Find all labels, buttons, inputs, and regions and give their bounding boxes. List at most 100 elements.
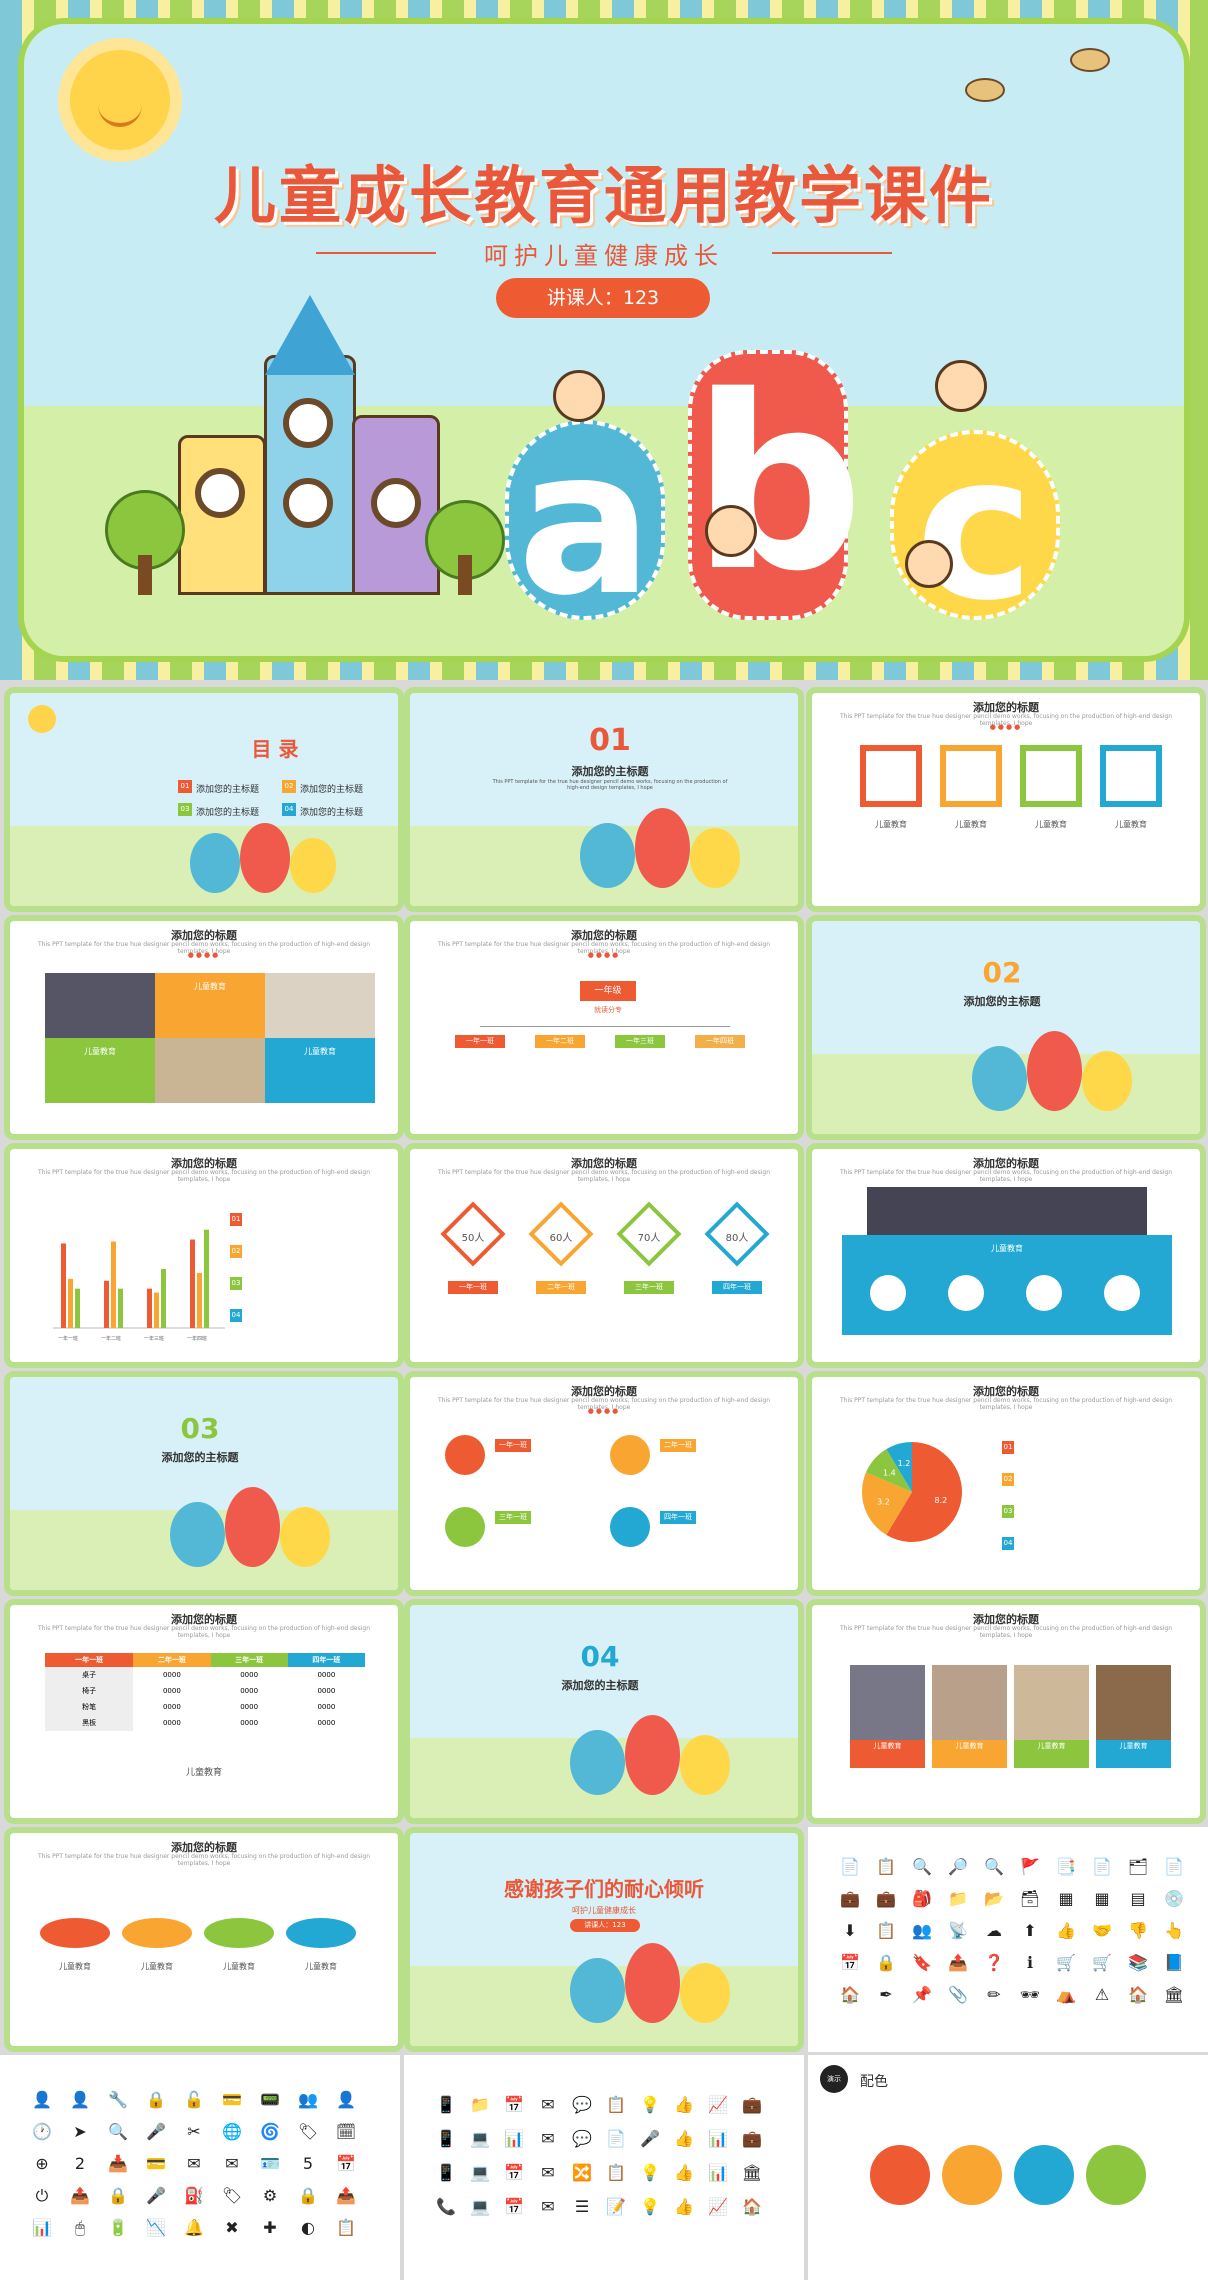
slide-section-03[interactable]: 03 添加您的主标题	[4, 1371, 404, 1596]
frame-label: 儿童教育	[1035, 820, 1067, 829]
glyph-icon: 🔧	[108, 2090, 128, 2109]
glyph-icon: 📞	[436, 2197, 456, 2216]
slide-pie-chart[interactable]: 添加您的标题 This PPT template for the true hu…	[806, 1371, 1206, 1596]
slide-section-02[interactable]: 02 添加您的主标题	[806, 915, 1206, 1140]
glyph-icon: 📟	[260, 2090, 280, 2109]
slide-subtitle: This PPT template for the true hue desig…	[37, 1169, 370, 1183]
slide-section-01[interactable]: 01 添加您的主标题 This PPT template for the tru…	[404, 687, 804, 912]
section-number: 01	[589, 723, 631, 758]
toc-num: 03	[178, 803, 192, 816]
photo-frame	[1100, 745, 1162, 807]
slide-diamonds[interactable]: 添加您的标题 This PPT template for the true hu…	[404, 1143, 804, 1368]
slide-podiums[interactable]: 添加您的标题 This PPT template for the true hu…	[4, 1827, 404, 2052]
legend-num: 01	[230, 1213, 242, 1226]
glyph-icon: 💻	[470, 2163, 490, 2182]
glyph-icon: 📉	[146, 2218, 166, 2237]
photo-open-book	[155, 1038, 265, 1103]
glyph-icon: 📅	[504, 2095, 524, 2114]
blue-roof	[265, 295, 355, 375]
bar	[104, 1280, 109, 1328]
slide-photo-grid[interactable]: 添加您的标题 This PPT template for the true hu…	[4, 915, 404, 1140]
item-tag: 二年一班	[660, 1439, 696, 1452]
glyph-icon: 📎	[948, 1985, 968, 2004]
glyph-icon: 📋	[876, 1921, 896, 1940]
toc-item[interactable]: 添加您的主标题	[300, 782, 363, 795]
bar	[61, 1243, 66, 1328]
table-row: 椅子 0000 0000 0000	[45, 1683, 365, 1699]
badge-icon: 演示	[820, 2065, 848, 2093]
letter-c: c	[890, 429, 1060, 629]
slide-section-04[interactable]: 04 添加您的主标题	[404, 1599, 804, 1824]
legend-num: 01	[1002, 1441, 1014, 1454]
glyph-icon: ▦	[1094, 1889, 1110, 1908]
photo-frame	[860, 745, 922, 807]
glyph-icon: 🔍	[912, 1857, 932, 1876]
bar	[111, 1241, 116, 1328]
glyph-icon: 👍	[1056, 1921, 1076, 1940]
label-box: 儿童教育	[155, 973, 265, 1038]
slide-icons-2[interactable]: 👤 👤 🔧 🔒 🔓 💳 📟 👥 👤 🕐 ➤ 🔍 🎤 ✂ 🌐 🌀 🏷 🗓 ⊕ 2 📥 💳 ✉ ✉ 🪪 5 📅 ⏻ 📤 🔒 🎤 ⛽ 🏷 ⚙ 🔒 📤 📊 🖱 🔋 📉…	[0, 2055, 400, 2280]
window-icon	[283, 478, 333, 528]
slide-icons-1[interactable]: 📄 📋 🔍 🔎 🔍 🚩 📑 📄 🗂 📄 💼 💼 🎒 📁 📂 🗃 ▦ ▦ ▤ 💿 ⬇ 📋 👥 📡 ☁ ⬆ 👍 🤝 👎 👆 📅 🔒 🔖 📤 ❓ ℹ 🛒 🛒 📚 📘…	[808, 1827, 1208, 2052]
pie-chart: 8.2 3.2 1.41.2	[862, 1442, 962, 1542]
glyph-icon: 🗓	[335, 2122, 357, 2141]
glyph-icon: 🔒	[108, 2186, 128, 2205]
toc-num: 04	[282, 803, 296, 816]
slide-toc[interactable]: 目 录 01 添加您的主标题 02 添加您的主标题 03 添加您的主标题 04 …	[4, 687, 404, 912]
slide-circle-list[interactable]: 添加您的标题 This PPT template for the true hu…	[404, 1371, 804, 1596]
letter-b	[225, 1487, 280, 1567]
glyph-icon: 💻	[470, 2197, 490, 2216]
slide-org-chart[interactable]: 添加您的标题 This PPT template for the true hu…	[404, 915, 804, 1140]
glyph-icon: 💡	[640, 2095, 660, 2114]
glyph-icon: 🔋	[108, 2218, 128, 2237]
photo-frame	[1020, 745, 1082, 807]
slide-table[interactable]: 添加您的标题 This PPT template for the true hu…	[4, 1599, 404, 1824]
photo	[850, 1665, 925, 1740]
slide-icons-3[interactable]: 📱 📁 📅 ✉ 💬 📋 💡 👍 📈 💼 📱 💻 📊 ✉ 💬 📄 🎤 👍 📊 💼 📱 💻 📅 ✉ 🔀 📋 💡 👍 📊 🏛 📞 💻 📅 ✉ ☰ 📝 💡 👍 📈 🏠	[404, 2055, 804, 2280]
bar	[147, 1288, 152, 1328]
org-box: 一年四班	[695, 1035, 745, 1048]
window-icon	[195, 468, 245, 518]
slice-label: 8.2	[935, 1496, 948, 1505]
toc-item[interactable]: 添加您的主标题	[196, 782, 259, 795]
org-box: 一年二班	[535, 1035, 585, 1048]
toc-item[interactable]: 添加您的主标题	[196, 805, 259, 818]
hero-cover-slide[interactable]: 儿童成长教育通用教学课件 呵护儿童健康成长 讲课人：123 a b c	[0, 0, 1208, 680]
glyph-icon: 💬	[572, 2095, 592, 2114]
letter-a	[570, 1958, 625, 2023]
slide-bar-chart[interactable]: 添加您的标题 This PPT template for the true hu…	[4, 1143, 404, 1368]
glyph-icon: 🎒	[912, 1889, 932, 1908]
cover-subtitle: 呵护儿童健康成长	[484, 242, 724, 270]
letter-a	[190, 833, 240, 893]
glyph-icon: ☁	[986, 1921, 1002, 1940]
slide-banner-icons[interactable]: 添加您的标题 This PPT template for the true hu…	[806, 1143, 1206, 1368]
letter-b	[635, 808, 690, 888]
icon-grid: 👤 👤 🔧 🔒 🔓 💳 📟 👥 👤 🕐 ➤ 🔍 🎤 ✂ 🌐 🌀 🏷 🗓 ⊕ 2 📥 💳 ✉ ✉ 🪪 5 📅 ⏻ 📤 🔒 🎤 ⛽ 🏷 ⚙ 🔒 📤 📊 🖱 🔋 📉…	[30, 2090, 358, 2238]
circle-icon	[1104, 1275, 1140, 1311]
podium	[286, 1918, 356, 1948]
glyph-icon: 🏠	[742, 2197, 762, 2216]
org-box: 一年三班	[615, 1035, 665, 1048]
glyph-icon: 📋	[606, 2095, 626, 2114]
slide-photo-cards[interactable]: 添加您的标题 This PPT template for the true hu…	[806, 1599, 1206, 1824]
glyph-icon: 👎	[1128, 1921, 1148, 1940]
glyph-icon: 🔓	[184, 2090, 204, 2109]
glyph-icon: 🔍	[108, 2122, 128, 2141]
glyph-icon: ⚠	[1094, 1985, 1110, 2004]
glyph-icon: 📅	[504, 2163, 524, 2182]
tree-trunk	[458, 555, 472, 595]
circle-icon	[1026, 1275, 1062, 1311]
color-dots: ●●●●	[187, 951, 221, 959]
slide-four-frames[interactable]: 添加您的标题 This PPT template for the true hu…	[806, 687, 1206, 912]
toc-item[interactable]: 添加您的主标题	[300, 805, 363, 818]
glyph-icon: ✏	[987, 1985, 1001, 2004]
glyph-icon: ℹ	[1026, 1953, 1034, 1972]
letter-a: a	[505, 420, 665, 624]
slide-thanks[interactable]: 感谢孩子们的耐心倾听 呵护儿童健康成长 讲课人：123	[404, 1827, 804, 2052]
elf-icon	[905, 540, 953, 588]
circle-icon	[870, 1275, 906, 1311]
glyph-icon: ▦	[1058, 1889, 1074, 1908]
glyph-icon: 📤	[70, 2186, 90, 2205]
slide-palette[interactable]: 演示 配色	[808, 2055, 1208, 2280]
yellow-house	[178, 435, 266, 595]
